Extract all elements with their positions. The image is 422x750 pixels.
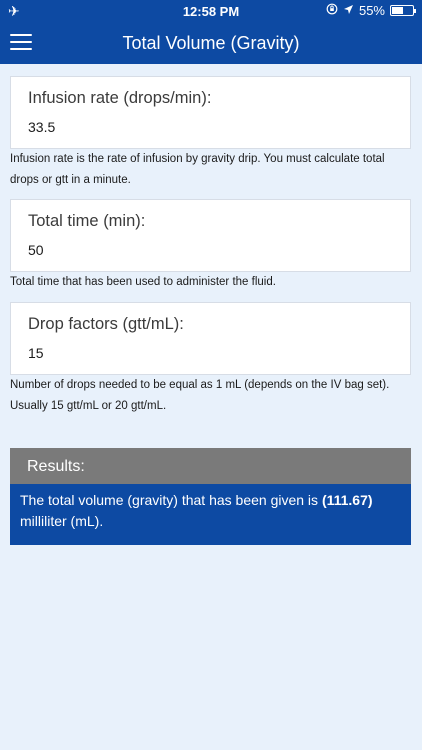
results-text-suffix: milliliter (mL). <box>20 513 104 529</box>
drop-factors-label: Drop factors (gtt/mL): <box>28 315 184 333</box>
battery-percent: 55% <box>358 3 385 18</box>
drop-factors-input[interactable] <box>28 345 388 361</box>
total-time-input[interactable] <box>28 242 388 258</box>
results-header: Results: <box>10 448 411 484</box>
battery-icon <box>390 5 416 16</box>
page-title: Total Volume (Gravity) <box>122 33 300 53</box>
battery-level <box>392 7 403 14</box>
orientation-lock-icon <box>326 3 338 18</box>
total-time-label: Total time (min): <box>28 212 146 230</box>
status-bar: ✈ 12:58 PM 55% <box>0 0 422 22</box>
total-time-card[interactable]: Total time (min): <box>10 199 411 272</box>
app-bar: ✈ 12:58 PM 55% Total Volume (Gravity) <box>0 0 422 64</box>
infusion-rate-card[interactable]: Infusion rate (drops/min): <box>10 76 411 149</box>
results-value: (111.67) <box>321 492 373 508</box>
drop-factors-help: Number of drops needed to be equal as 1 … <box>10 379 390 412</box>
infusion-rate-label: Infusion rate (drops/min): <box>28 89 212 107</box>
results-panel: The total volume (gravity) that has been… <box>10 484 411 545</box>
results-text-prefix: The total volume (gravity) that has been… <box>20 492 322 508</box>
location-arrow-icon <box>343 3 354 18</box>
drop-factors-card[interactable]: Drop factors (gtt/mL): <box>10 302 411 375</box>
infusion-rate-input[interactable] <box>28 119 388 135</box>
total-time-help: Total time that has been used to adminis… <box>10 276 276 288</box>
infusion-rate-help: Infusion rate is the rate of infusion by… <box>10 153 385 186</box>
status-right-group: 55% <box>326 3 416 18</box>
